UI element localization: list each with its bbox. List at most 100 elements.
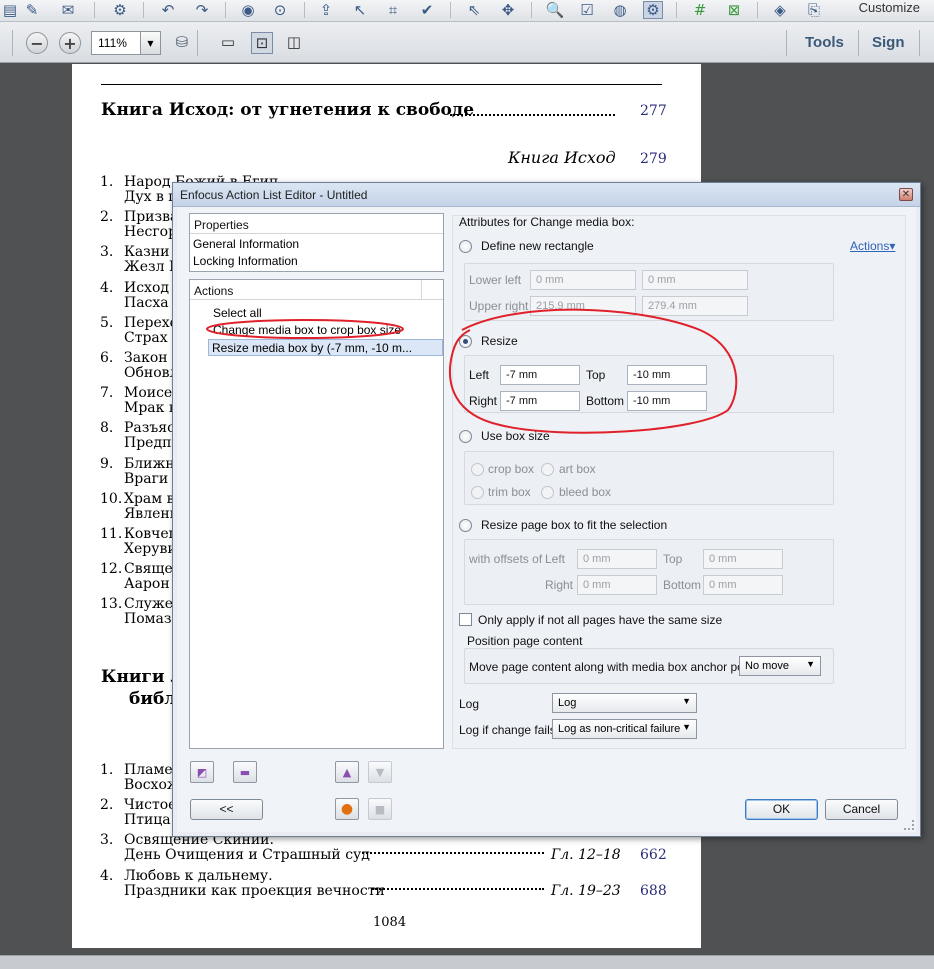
log-fail-select[interactable]: Log as non-critical failure ▼ [552,719,697,739]
resize-page-box-label: Resize page box to fit the selection [481,518,668,532]
radio-use-box-size[interactable] [459,430,472,443]
upper-right-y-field[interactable]: 279.4 mm [642,296,748,316]
dialog-body: Properties General Information Locking I… [177,207,916,832]
edit-icon[interactable]: ✎ [22,1,42,19]
offset-top-field[interactable]: 0 mm [703,549,783,569]
grid-icon[interactable]: # [690,1,710,19]
offset-right-field[interactable]: 0 mm [577,575,657,595]
toc-item-title: Закон [124,350,168,366]
check-doc-icon[interactable]: ✔ [417,1,437,19]
export-icon[interactable]: ⇪ [316,1,336,19]
crop-box-label: crop box [488,462,535,476]
action-change-media-box[interactable]: Change media box to crop box size [210,322,401,339]
stop-icon[interactable]: ■ [368,798,392,820]
validate-icon[interactable]: ☑ [577,1,597,19]
settings-active-icon[interactable]: ⚙ [643,1,663,19]
radio-resize[interactable] [459,335,472,348]
actions-menu-link[interactable]: Actions▾ [850,239,895,253]
toc-item-number: 13. [100,596,123,613]
remove-action-icon[interactable]: ▬ [233,761,257,783]
only-apply-checkbox[interactable] [459,613,472,626]
preflight-icon[interactable]: ⎘ [804,1,824,19]
toc-item-subtitle: Страх [124,329,168,346]
offset-bottom-field[interactable]: 0 mm [703,575,783,595]
stamp-icon[interactable]: ◉ [238,1,258,19]
move-icon[interactable]: ✥ [498,1,518,19]
attach-icon[interactable]: ⊙ [270,1,290,19]
left-field[interactable]: -7 mm [500,365,580,385]
chevron-down-icon: ▼ [682,696,691,706]
toc-item-number: 4. [100,867,114,884]
redo-icon[interactable]: ↷ [192,1,212,19]
log-select[interactable]: Log ▼ [552,693,697,713]
customize-button[interactable]: Customize [859,0,920,15]
actions-panel: Actions Select all Change media box to c… [189,279,444,749]
radio-art-box[interactable] [541,463,554,476]
toc-item-title: Казни [124,244,170,261]
globe-icon[interactable]: ◍ [610,1,630,19]
offset-bottom-label: Bottom [663,578,702,592]
right-field[interactable]: -7 mm [500,391,580,411]
radio-define-new-rect[interactable] [459,240,472,253]
two-page-icon[interactable]: ◫ [284,33,304,51]
log-label: Log [459,697,480,711]
attributes-header: Attributes for Change media box: [459,215,635,229]
toc-item-title: Ближн [124,455,175,472]
image-icon[interactable]: ⊠ [724,1,744,19]
ok-button[interactable]: OK [745,799,818,820]
radio-trim-box[interactable] [471,486,484,499]
zoom-in-button[interactable]: + [59,32,81,54]
fit-page-icon[interactable]: ⊡ [251,32,273,54]
toc-item-title: Чистое [124,797,177,814]
bottom-field[interactable]: -10 mm [627,391,707,411]
inspect-icon[interactable]: 🔍 [545,1,565,19]
zoom-field[interactable]: 111% ▼ [91,31,161,55]
toolbar-separator [225,2,226,18]
email-icon[interactable]: ✉ [58,1,78,19]
toolbar-separator [304,2,305,18]
art-box-label: art box [559,462,596,476]
zoom-out-button[interactable]: − [26,32,48,54]
collapse-button[interactable]: << [190,799,263,820]
action-select-all[interactable]: Select all [210,305,262,322]
gear-icon[interactable]: ⚙ [110,1,130,19]
radio-resize-page-box[interactable] [459,519,472,532]
top-label: Top [586,368,606,382]
property-locking-info[interactable]: Locking Information [190,253,298,270]
select-tool-icon[interactable]: ↖ [350,1,370,19]
radio-crop-box[interactable] [471,463,484,476]
move-down-icon[interactable]: ▼ [368,761,392,783]
tools-button[interactable]: Tools [805,34,844,51]
run-icon[interactable]: ● [335,798,359,820]
resize-grip[interactable] [904,820,914,830]
toc-item: 2. Призва [100,209,178,225]
toolbar-separator [94,2,95,18]
action-list-icon[interactable]: ◈ [770,1,790,19]
fit-width-icon[interactable]: ▭ [218,33,238,51]
property-general-info[interactable]: General Information [190,236,299,253]
sign-button[interactable]: Sign [872,34,905,51]
move-anchor-select[interactable]: No move ▼ [739,656,821,676]
crop-icon[interactable]: ⌗ [383,1,403,19]
lower-left-x-field[interactable]: 0 mm [530,270,636,290]
ink-icon[interactable]: ⛁ [172,33,192,51]
undo-icon[interactable]: ↶ [158,1,178,19]
action-resize-media-box[interactable]: Resize media box by (-7 mm, -10 m... [208,339,443,356]
top-field[interactable]: -10 mm [627,365,707,385]
add-action-icon[interactable]: ◩ [190,761,214,783]
cancel-button[interactable]: Cancel [825,799,898,820]
document-icon[interactable]: ▤ [0,1,20,19]
toc-item-title: Разъяс [124,420,175,437]
toc-item-subtitle: Враги [124,470,169,487]
close-icon[interactable]: ✕ [899,188,913,201]
upper-right-x-field[interactable]: 215.9 mm [530,296,636,316]
page-number: 662 [640,847,667,864]
chevron-down-icon[interactable]: ▼ [140,32,160,54]
pointer-icon[interactable]: ⇖ [464,1,484,19]
move-up-icon[interactable]: ▲ [335,761,359,783]
actions-header: Actions [190,280,443,300]
offset-left-field[interactable]: 0 mm [577,549,657,569]
toc-item-number: 2. [100,797,114,814]
radio-bleed-box[interactable] [541,486,554,499]
lower-left-y-field[interactable]: 0 mm [642,270,748,290]
